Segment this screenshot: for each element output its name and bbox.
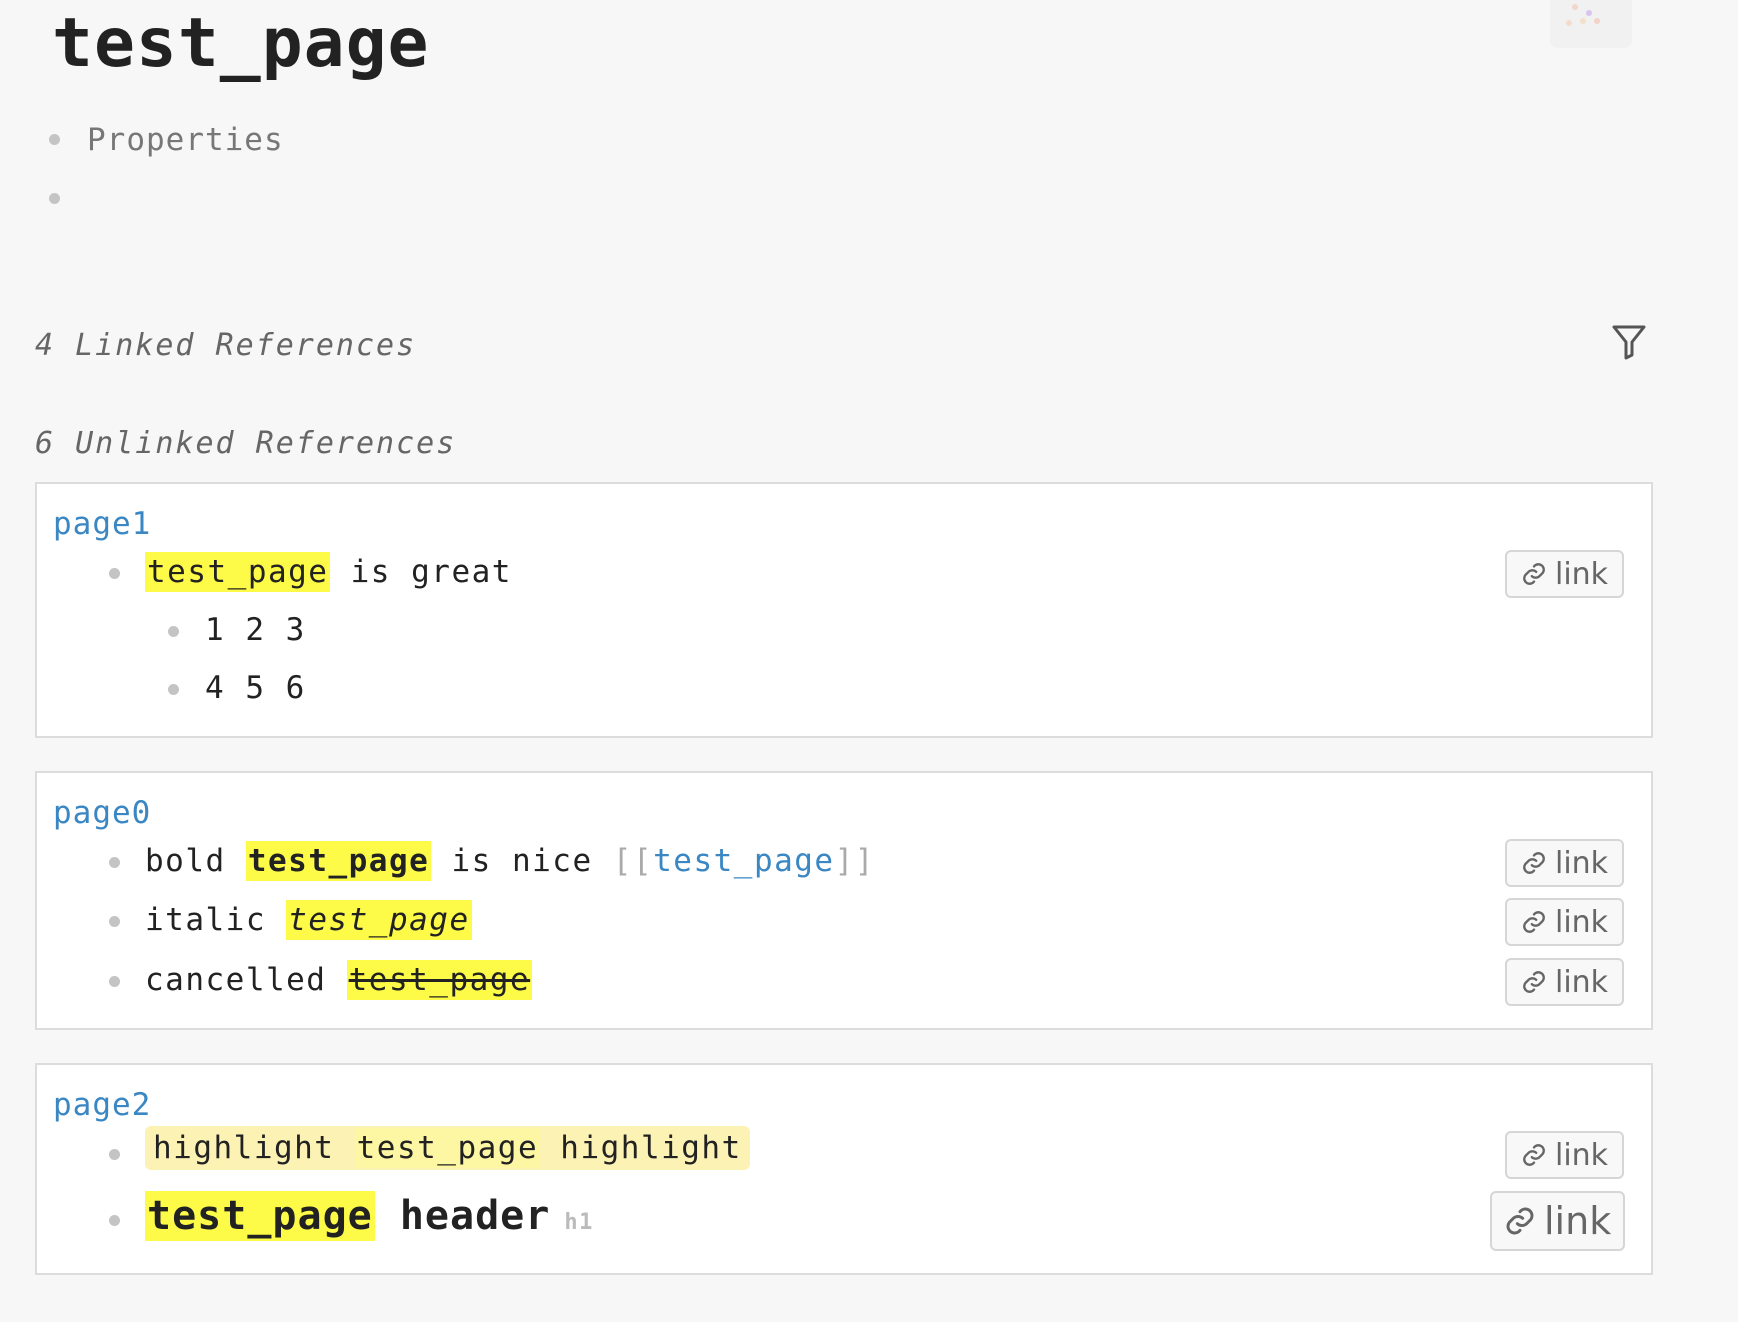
block-text[interactable]: cancelled test_page <box>145 960 533 1000</box>
link-icon <box>1523 971 1545 993</box>
properties-bullet-icon[interactable] <box>49 134 60 145</box>
filter-icon[interactable] <box>1612 324 1646 364</box>
wikilink[interactable]: test_page <box>653 843 834 879</box>
highlight-block: highlight test_page highlight <box>145 1126 750 1170</box>
block-text-after: highlight <box>540 1130 742 1166</box>
card-title-page0[interactable]: page0 <box>53 795 151 831</box>
card-title-page2[interactable]: page2 <box>53 1087 151 1123</box>
link-button[interactable]: link <box>1505 1131 1625 1179</box>
link-button-label: link <box>1544 1199 1612 1243</box>
block-text[interactable]: bold test_page is nice [[test_page]] <box>145 841 875 881</box>
heading-level-tag: h1 <box>564 1210 594 1235</box>
match-highlight: test_page <box>145 552 331 592</box>
properties-label[interactable]: Properties <box>87 122 284 158</box>
link-icon <box>1523 852 1545 874</box>
match-highlight: test_page <box>354 1128 541 1168</box>
block-text-before: italic <box>145 902 287 938</box>
link-button[interactable]: link <box>1505 898 1625 946</box>
link-icon <box>1523 911 1545 933</box>
heading-text-after: header <box>374 1193 551 1239</box>
match-highlight-heading: test_page <box>145 1191 375 1241</box>
block-text-after: is nice <box>431 843 613 879</box>
wikilink-bracket-close: ]] <box>834 843 875 879</box>
block-bullet-icon[interactable] <box>109 976 120 987</box>
link-button-label: link <box>1555 964 1609 1000</box>
block-bullet-icon[interactable] <box>168 626 179 637</box>
block-text[interactable]: 4 5 6 <box>205 670 306 706</box>
block-text-before: highlight <box>153 1130 355 1166</box>
link-button-label: link <box>1555 556 1609 592</box>
match-highlight-bold: test_page <box>245 841 432 881</box>
block-text-after: is great <box>330 554 512 590</box>
block-text[interactable]: 1 2 3 <box>205 612 306 648</box>
unlinked-references-heading[interactable]: 6 Unlinked References <box>35 426 456 461</box>
link-button[interactable]: link <box>1505 839 1625 887</box>
wikilink-bracket-open: [[ <box>612 843 654 879</box>
link-button[interactable]: link <box>1505 550 1625 598</box>
block-text-before: cancelled <box>145 962 347 998</box>
match-highlight-italic: test_page <box>286 900 472 940</box>
reference-card-page2: page2 highlight test_page highlight link… <box>35 1063 1653 1275</box>
page-title[interactable]: test_page <box>52 4 429 83</box>
empty-block-bullet-icon[interactable] <box>49 193 60 204</box>
block-text[interactable]: test_page is great <box>145 552 512 592</box>
block-text[interactable]: highlight test_page highlight <box>145 1126 750 1170</box>
block-text-heading[interactable]: test_page header h1 <box>145 1191 594 1241</box>
match-highlight-strikethrough: test_page <box>346 960 533 1000</box>
link-button-label: link <box>1555 1137 1609 1173</box>
link-icon <box>1523 1144 1545 1166</box>
link-icon <box>1506 1207 1534 1235</box>
link-button[interactable]: link <box>1490 1191 1626 1251</box>
block-bullet-icon[interactable] <box>109 1215 120 1226</box>
link-button-label: link <box>1555 845 1609 881</box>
link-button-label: link <box>1555 904 1609 940</box>
app-logo-icon[interactable] <box>1550 0 1632 48</box>
block-bullet-icon[interactable] <box>109 916 120 927</box>
reference-card-page0: page0 bold test_page is nice [[test_page… <box>35 771 1653 1030</box>
block-bullet-icon[interactable] <box>109 1149 120 1160</box>
linked-references-heading[interactable]: 4 Linked References <box>35 328 416 363</box>
block-bullet-icon[interactable] <box>109 568 120 579</box>
card-title-page1[interactable]: page1 <box>53 506 151 542</box>
block-text-before: bold <box>145 843 246 879</box>
block-bullet-icon[interactable] <box>109 857 120 868</box>
link-button[interactable]: link <box>1505 958 1625 1006</box>
reference-card-page1: page1 test_page is great link 1 2 3 4 5 … <box>35 482 1653 738</box>
block-bullet-icon[interactable] <box>168 684 179 695</box>
link-icon <box>1523 563 1545 585</box>
block-text[interactable]: italic test_page <box>145 900 472 940</box>
